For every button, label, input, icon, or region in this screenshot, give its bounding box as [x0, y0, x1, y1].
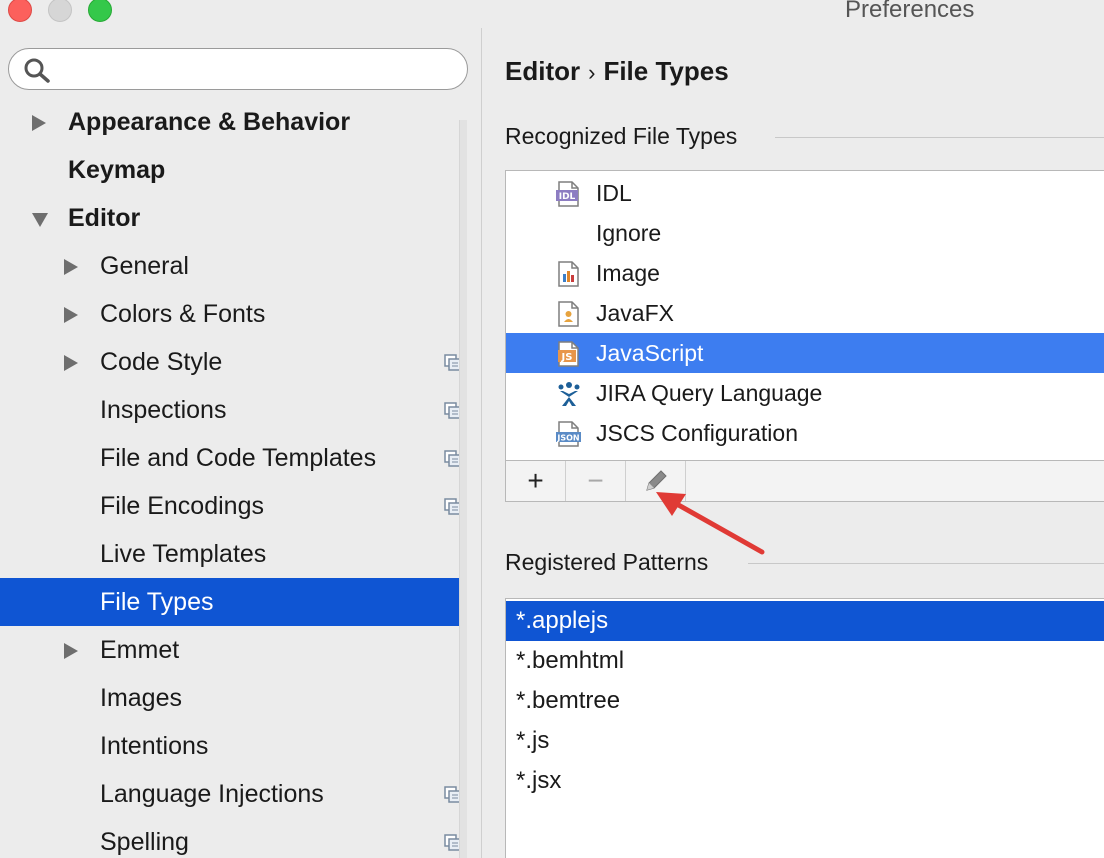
breadcrumb-separator: › — [588, 60, 596, 85]
collapsed-arrow-icon[interactable] — [64, 259, 78, 275]
section-divider — [748, 563, 1104, 564]
file-type-label: JavaScript — [596, 340, 704, 366]
sidebar-item-label: Inspections — [100, 396, 227, 424]
sidebar-item[interactable]: Spelling — [0, 818, 462, 858]
file-type-row[interactable]: IDL IDL — [506, 173, 1104, 213]
sidebar-item[interactable]: File Encodings — [0, 482, 462, 530]
sidebar-item[interactable]: Live Templates — [0, 530, 462, 578]
file-type-label: Image — [596, 260, 660, 286]
sidebar-item-label: Emmet — [100, 636, 180, 664]
sidebar-item[interactable]: File Types — [0, 578, 462, 626]
sidebar-item[interactable]: Keymap — [0, 146, 462, 194]
sidebar-item-label: Live Templates — [100, 540, 267, 568]
zoom-window-button[interactable] — [88, 0, 112, 22]
jira-icon — [558, 382, 580, 406]
expanded-arrow-icon[interactable] — [32, 213, 48, 227]
collapsed-arrow-icon[interactable] — [64, 307, 78, 323]
file-type-label: IDL — [596, 180, 632, 206]
sidebar-scrollbar[interactable] — [459, 120, 467, 858]
sidebar-item[interactable]: Inspections — [0, 386, 462, 434]
sidebar-item-label: Colors & Fonts — [100, 300, 266, 328]
collapsed-arrow-icon[interactable] — [64, 643, 78, 659]
svg-text:JS: JS — [561, 352, 573, 363]
sidebar-item[interactable]: General — [0, 242, 462, 290]
pattern-row[interactable]: *.js — [506, 721, 1104, 761]
pattern-row[interactable]: *.applejs — [506, 601, 1104, 641]
sidebar-item[interactable]: Appearance & Behavior — [0, 98, 462, 146]
sidebar-item-label: Language Injections — [100, 780, 324, 808]
sidebar-item[interactable]: Emmet — [0, 626, 462, 674]
image-file-icon — [558, 261, 579, 287]
svg-text:JSON: JSON — [556, 434, 579, 443]
remove-file-type-button[interactable]: − — [566, 461, 626, 501]
file-types-panel: Editor › File Types Recognized File Types … — [483, 28, 1104, 858]
pattern-row[interactable]: *.bemtree — [506, 681, 1104, 721]
sidebar-item-label: File Encodings — [100, 492, 264, 520]
add-file-type-button[interactable]: + — [506, 461, 566, 501]
sidebar-item[interactable]: Colors & Fonts — [0, 290, 462, 338]
javafx-file-icon — [558, 301, 579, 327]
sidebar-item-label: Editor — [68, 204, 141, 232]
pattern-row[interactable]: *.jsx — [506, 761, 1104, 801]
file-type-row[interactable]: JavaFX — [506, 293, 1104, 333]
search-input[interactable] — [59, 55, 454, 83]
registered-patterns-list[interactable]: *.applejs *.bemhtml *.bemtree *.js *.jsx — [505, 598, 1104, 858]
sidebar-item[interactable]: Code Style — [0, 338, 462, 386]
edit-file-type-button[interactable] — [626, 461, 686, 501]
sidebar-item-label: File and Code Templates — [100, 444, 377, 472]
pencil-icon — [645, 470, 667, 491]
sidebar-item[interactable]: Language Injections — [0, 770, 462, 818]
collapsed-arrow-icon[interactable] — [64, 355, 78, 371]
file-type-label: JSCS Configuration — [596, 420, 798, 446]
sidebar-item[interactable]: Editor — [0, 194, 462, 242]
breadcrumb-parent[interactable]: Editor — [505, 56, 580, 86]
sidebar-item[interactable]: Intentions — [0, 722, 462, 770]
sidebar-item-label: Spelling — [100, 828, 189, 856]
collapsed-arrow-icon[interactable] — [32, 115, 46, 131]
file-type-row[interactable]: JS JavaScript — [506, 333, 1104, 373]
breadcrumb-current: File Types — [603, 56, 729, 86]
sidebar-item-label: Keymap — [68, 156, 166, 184]
pattern-row[interactable]: *.bemhtml — [506, 641, 1104, 681]
sidebar-item-label: Images — [100, 684, 182, 712]
search-box[interactable] — [8, 48, 468, 90]
idl-file-icon: IDL — [556, 181, 579, 207]
file-type-row[interactable]: JIRA Query Language — [506, 373, 1104, 413]
file-type-label: Ignore — [596, 220, 662, 246]
section-divider — [775, 137, 1104, 138]
file-types-toolbar: + − — [505, 460, 1104, 502]
file-type-row[interactable]: JSON JSCS Configuration — [506, 413, 1104, 453]
minimize-window-button[interactable] — [48, 0, 72, 22]
sidebar-item-label: Appearance & Behavior — [68, 108, 351, 136]
json-file-icon: JSON — [556, 421, 581, 447]
recognized-file-types-list[interactable]: IDL IDL Ignore Image JavaFX JS JavaScript JIRA … — [505, 170, 1104, 461]
registered-patterns-title: Registered Patterns — [505, 549, 709, 575]
recognized-file-types-title: Recognized File Types — [505, 123, 738, 149]
settings-sidebar: Appearance & Behavior Keymap Editor General… — [0, 28, 482, 858]
search-icon — [24, 58, 50, 83]
file-type-label: JIRA Query Language — [596, 380, 823, 406]
file-type-label: JavaFX — [596, 300, 674, 326]
title-bar: Preferences — [0, 0, 1104, 28]
svg-text:IDL: IDL — [559, 192, 576, 202]
javascript-file-icon: JS — [558, 341, 579, 367]
close-window-button[interactable] — [8, 0, 32, 22]
sidebar-item[interactable]: File and Code Templates — [0, 434, 462, 482]
sidebar-item[interactable]: Images — [0, 674, 462, 722]
file-type-row[interactable]: Ignore — [506, 213, 1104, 253]
sidebar-item-label: Code Style — [100, 348, 223, 376]
sidebar-item-label: General — [100, 252, 189, 280]
sidebar-item-label: File Types — [100, 588, 214, 616]
breadcrumb: Editor › File Types — [505, 56, 729, 87]
file-type-row[interactable]: Image — [506, 253, 1104, 293]
window-title: Preferences — [845, 0, 975, 23]
sidebar-item-label: Intentions — [100, 732, 209, 760]
